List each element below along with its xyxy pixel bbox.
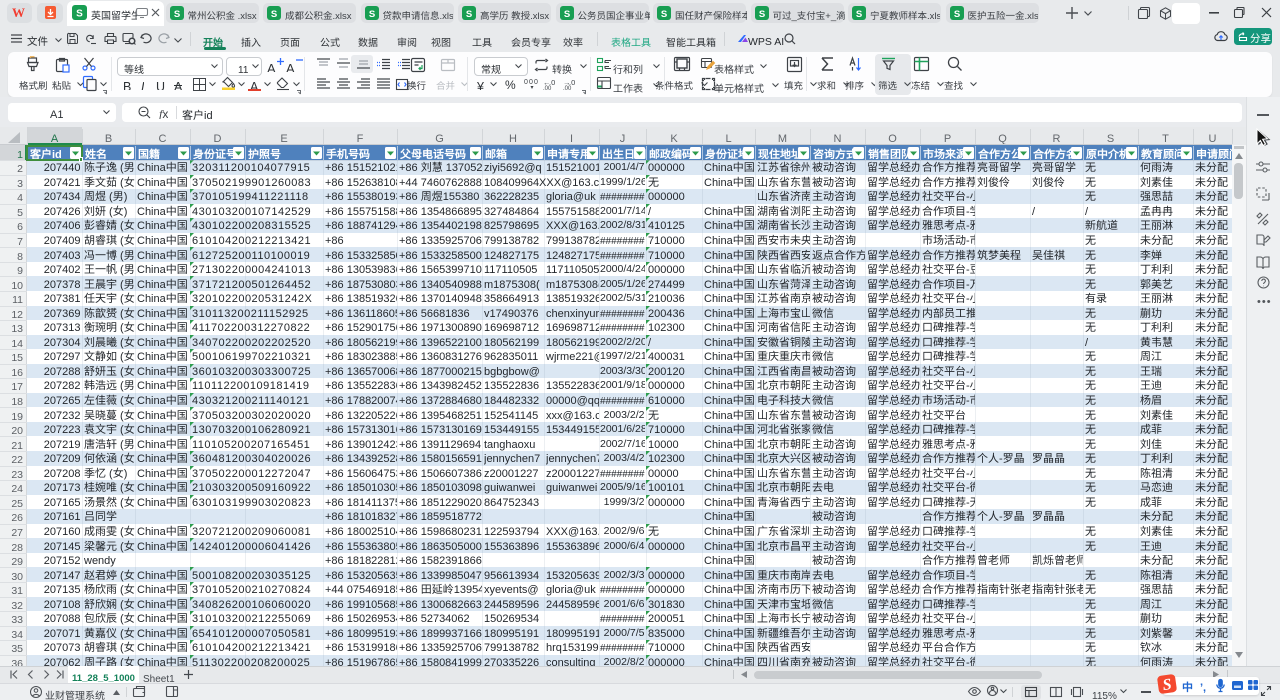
svg-text:S: S bbox=[563, 9, 569, 20]
svg-text:S: S bbox=[856, 9, 862, 20]
svg-text:S: S bbox=[953, 9, 959, 20]
svg-text:0: 0 bbox=[529, 79, 533, 86]
svg-text:S: S bbox=[661, 9, 667, 20]
svg-text:S: S bbox=[173, 9, 179, 20]
svg-text:0: 0 bbox=[534, 79, 538, 86]
svg-text:S: S bbox=[758, 9, 764, 20]
svg-text:S: S bbox=[76, 9, 83, 20]
svg-text:S: S bbox=[271, 9, 277, 20]
svg-text:.00: .00 bbox=[543, 86, 552, 92]
svg-text:0: 0 bbox=[524, 79, 528, 86]
svg-text:.00: .00 bbox=[563, 86, 572, 92]
svg-text:S: S bbox=[466, 9, 472, 20]
svg-text:S: S bbox=[368, 9, 374, 20]
